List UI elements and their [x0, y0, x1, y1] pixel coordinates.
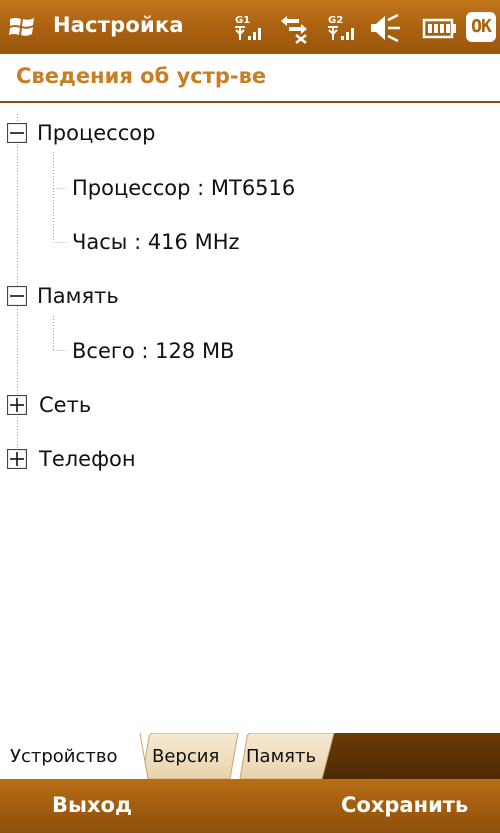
- softkey-bar: Выход Сохранить: [0, 779, 500, 833]
- tree-node-phone[interactable]: Телефон: [39, 446, 136, 472]
- tree-leaf-processor-model[interactable]: Процессор : MT6516: [72, 175, 295, 201]
- expand-icon[interactable]: [7, 449, 27, 469]
- title-bar: Настройка G1 G2 OK: [0, 0, 500, 54]
- expand-icon[interactable]: [7, 395, 27, 415]
- signal-sim1-icon[interactable]: G1: [232, 12, 264, 44]
- header-divider: [0, 101, 500, 103]
- windows-start-icon[interactable]: [9, 15, 35, 39]
- tab-version[interactable]: Версия: [152, 746, 219, 767]
- exit-softkey[interactable]: Выход: [52, 793, 132, 817]
- save-softkey[interactable]: Сохранить: [341, 793, 468, 817]
- tree-leaf-clock[interactable]: Часы : 416 MHz: [72, 229, 240, 255]
- signal-sim2-icon[interactable]: G2: [325, 12, 357, 44]
- collapse-icon[interactable]: [7, 286, 27, 306]
- collapse-icon[interactable]: [7, 123, 27, 143]
- battery-icon[interactable]: [420, 12, 458, 44]
- page-title: Сведения об устр-ве: [16, 64, 267, 88]
- tree-leaf-memory-total[interactable]: Всего : 128 MB: [72, 338, 234, 364]
- tab-memory[interactable]: Память: [246, 746, 316, 767]
- volume-icon[interactable]: [368, 12, 402, 44]
- data-connection-icon[interactable]: [277, 12, 311, 44]
- tree-node-network[interactable]: Сеть: [39, 392, 91, 418]
- ok-button[interactable]: OK: [466, 12, 496, 42]
- tab-device[interactable]: Устройство: [10, 746, 118, 767]
- svg-text:G2: G2: [328, 15, 343, 26]
- tree-node-memory[interactable]: Память: [37, 283, 119, 309]
- app-title: Настройка: [53, 13, 184, 37]
- svg-text:G1: G1: [235, 15, 250, 26]
- tree-node-processor[interactable]: Процессор: [37, 120, 155, 146]
